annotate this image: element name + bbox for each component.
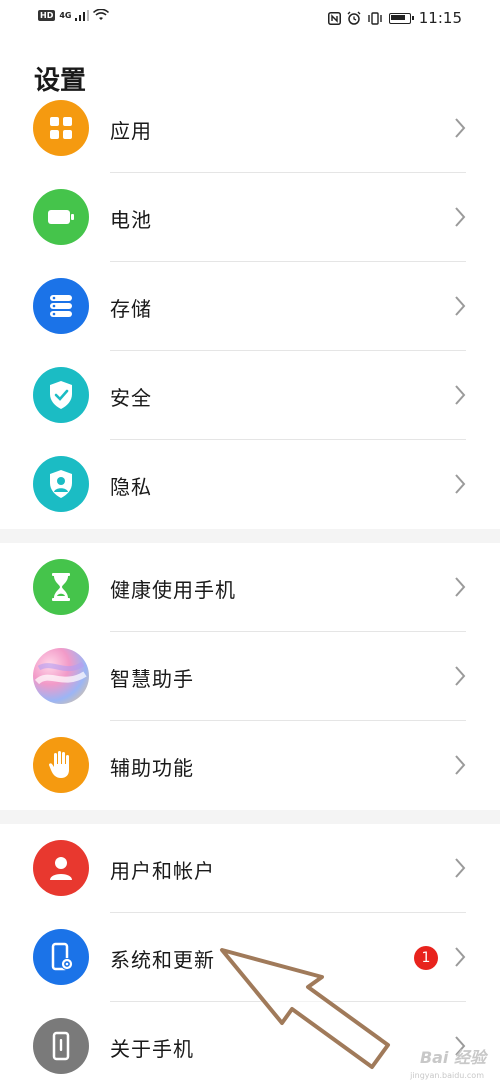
signal-icon	[75, 9, 90, 21]
settings-item-label: 健康使用手机	[110, 578, 236, 602]
settings-item-users-accounts[interactable]: 用户和帐户	[0, 824, 500, 913]
apps-icon	[33, 100, 89, 156]
alarm-icon	[347, 11, 361, 25]
privacy-shield-icon	[33, 456, 89, 512]
settings-item-security[interactable]: 安全	[0, 351, 500, 440]
settings-item-smart-assistant[interactable]: 智慧助手	[0, 632, 500, 721]
settings-item-label: 隐私	[110, 475, 152, 499]
settings-item-accessibility[interactable]: 辅助功能	[0, 721, 500, 810]
status-left: HD 4G	[38, 9, 110, 21]
settings-item-label: 安全	[110, 386, 152, 410]
vibrate-icon	[368, 11, 382, 25]
settings-item-label: 关于手机	[110, 1037, 194, 1061]
chevron-right-icon	[455, 296, 466, 316]
chevron-right-icon	[455, 666, 466, 686]
settings-item-label: 存储	[110, 297, 152, 321]
chevron-right-icon	[455, 858, 466, 878]
battery-icon	[33, 189, 89, 245]
settings-item-label: 用户和帐户	[110, 859, 215, 883]
wifi-icon	[93, 9, 110, 20]
assistant-icon	[33, 648, 89, 704]
hd-voice-icon: HD	[38, 9, 56, 21]
settings-item-battery[interactable]: 电池	[0, 173, 500, 262]
settings-item-label: 辅助功能	[110, 756, 194, 780]
chevron-right-icon	[455, 207, 466, 227]
phone-info-icon	[33, 1018, 89, 1074]
watermark-logo: Bai 经验	[419, 1048, 486, 1067]
status-bar: HD 4G 11:15	[0, 0, 500, 38]
settings-item-privacy[interactable]: 隐私	[0, 440, 500, 529]
nfc-icon	[327, 11, 341, 25]
status-time: 11:15	[418, 9, 462, 27]
hourglass-icon	[33, 559, 89, 615]
settings-item-label: 电池	[110, 208, 152, 232]
user-icon	[33, 840, 89, 896]
settings-item-apps[interactable]: 应用	[0, 84, 500, 173]
shield-check-icon	[33, 367, 89, 423]
phone-gear-icon	[33, 929, 89, 985]
settings-item-digital-balance[interactable]: 健康使用手机	[0, 543, 500, 632]
settings-item-label: 智慧助手	[110, 667, 194, 691]
battery-status-icon	[388, 12, 414, 24]
section-gap	[0, 810, 500, 824]
chevron-right-icon	[455, 755, 466, 775]
network-type-label: 4G	[59, 10, 72, 20]
storage-icon	[33, 278, 89, 334]
chevron-right-icon	[455, 577, 466, 597]
status-right: 11:15	[327, 9, 462, 27]
settings-item-label: 应用	[110, 119, 152, 143]
watermark-url: jingyan.baidu.com	[410, 1071, 484, 1080]
section-gap	[0, 529, 500, 543]
chevron-right-icon	[455, 385, 466, 405]
chevron-right-icon	[455, 118, 466, 138]
hand-icon	[33, 737, 89, 793]
settings-item-storage[interactable]: 存储	[0, 262, 500, 351]
chevron-right-icon	[455, 474, 466, 494]
